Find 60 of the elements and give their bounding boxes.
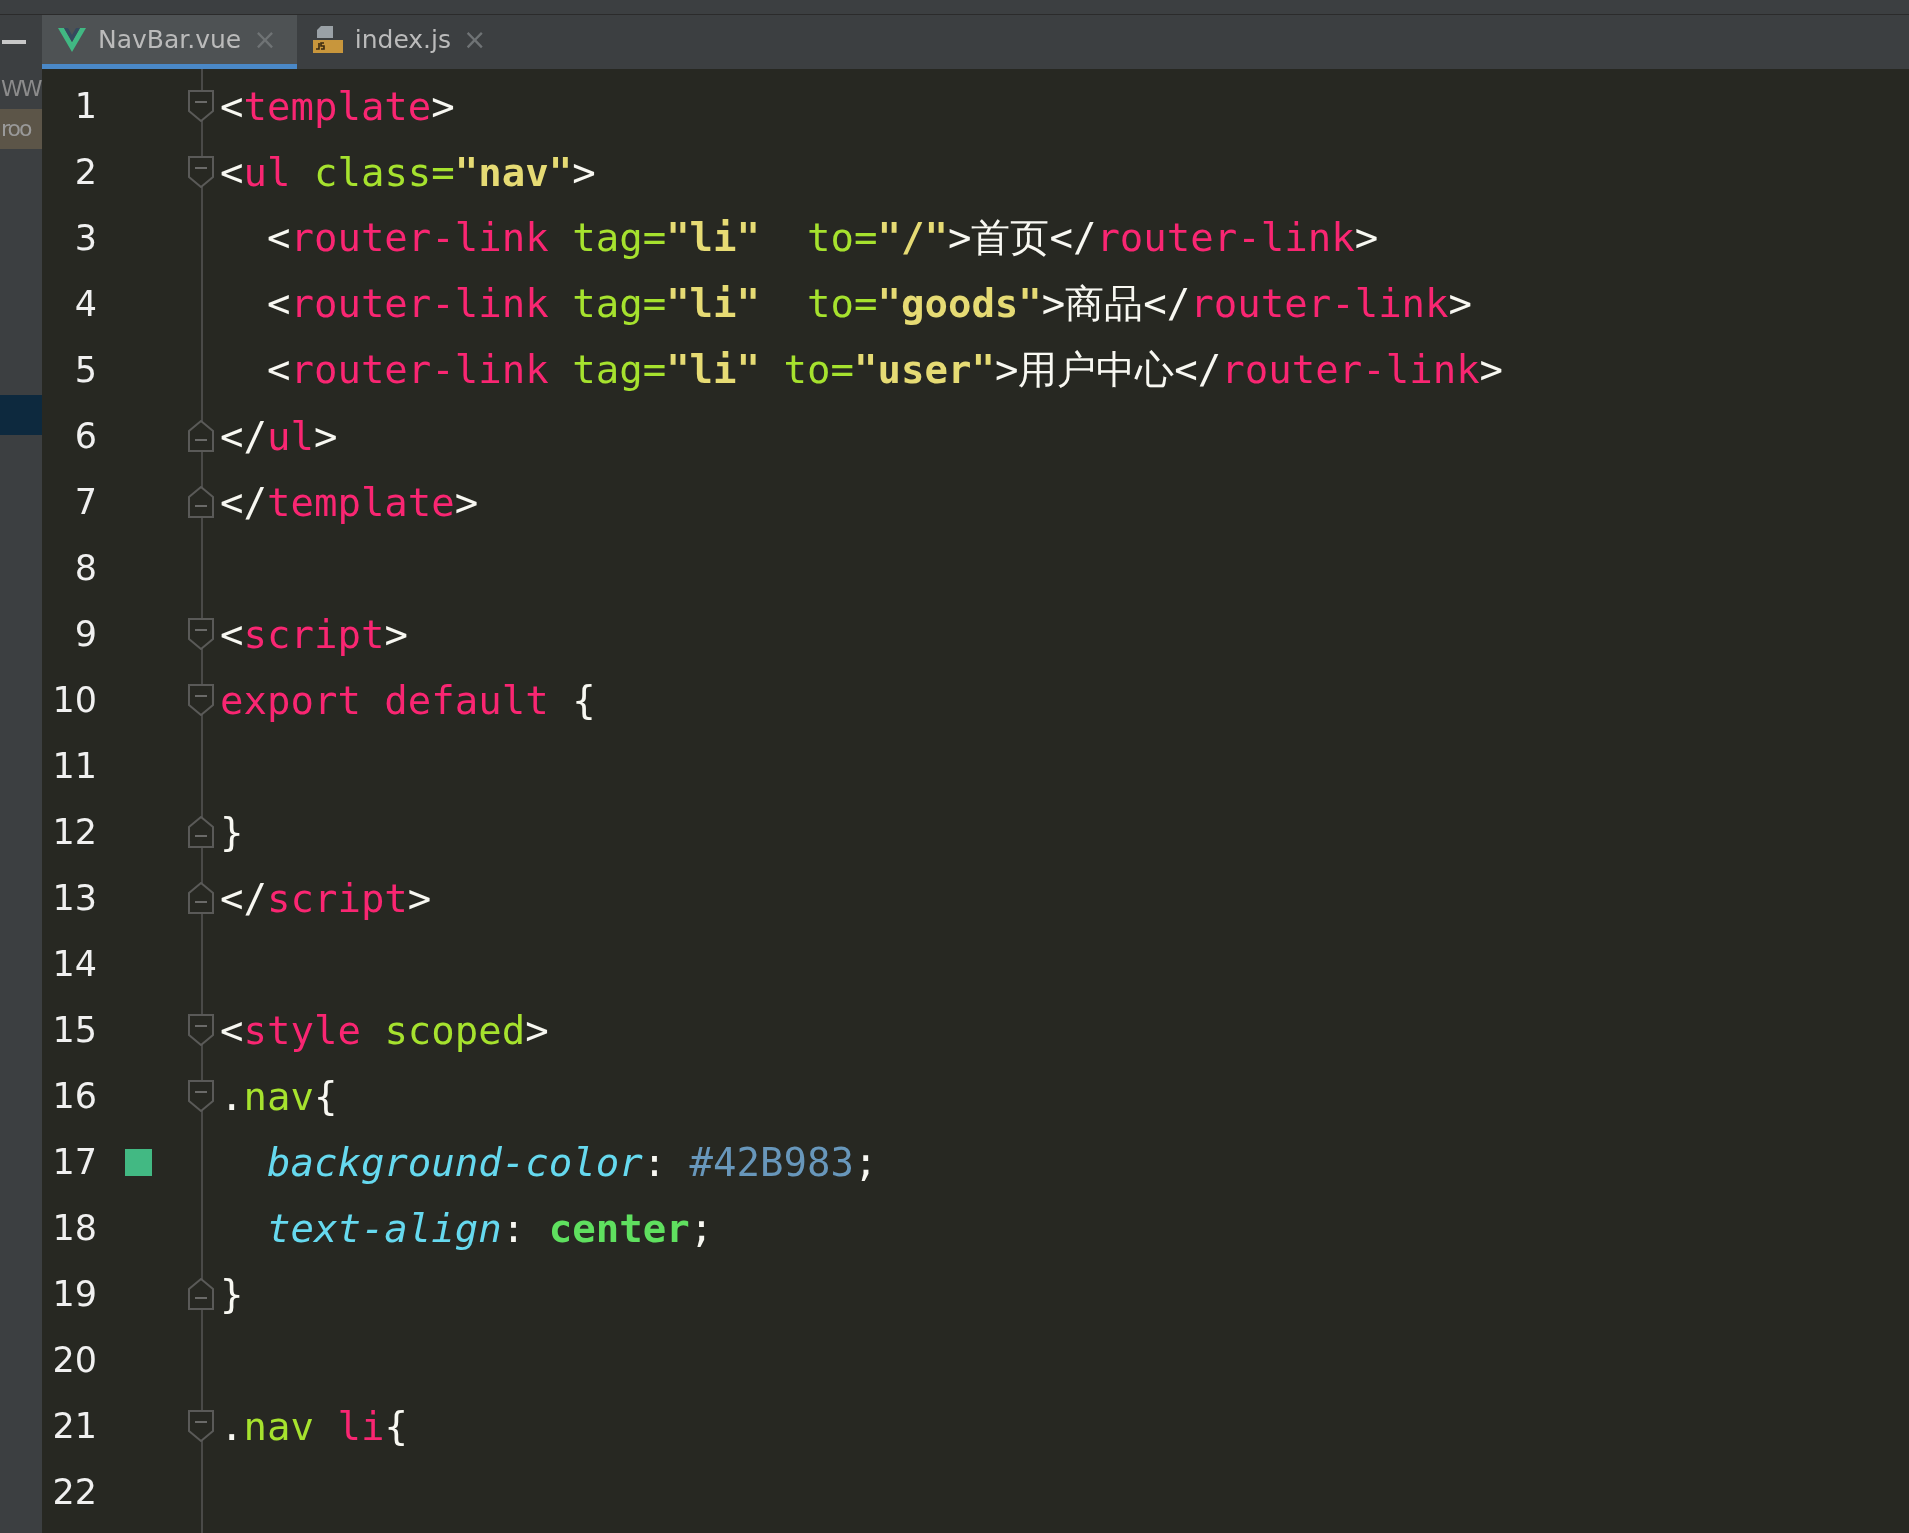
code-line: <router-link tag="li" to="user">用户中心</router-link>	[265, 346, 1504, 394]
line-number: 10	[51, 680, 97, 720]
code-line: </template>	[220, 479, 479, 525]
line-number: 4	[73, 284, 97, 324]
line-number: 12	[51, 812, 97, 852]
color-swatch[interactable]	[125, 1148, 152, 1176]
fold-marker-icon[interactable]	[188, 816, 214, 848]
code-line: export default {	[220, 677, 596, 723]
line-number: 9	[73, 614, 97, 654]
fold-marker-icon[interactable]	[188, 618, 214, 650]
code-line: <script>	[220, 611, 408, 657]
fold-marker-icon[interactable]	[188, 1410, 214, 1442]
line-number: 21	[51, 1406, 97, 1446]
line-number: 1	[73, 86, 97, 126]
line-number: 15	[51, 1010, 97, 1050]
fold-marker-icon[interactable]	[188, 684, 214, 716]
code-line: text-align: center;	[265, 1205, 714, 1251]
fold-marker-icon[interactable]	[188, 486, 214, 518]
line-number: 20	[51, 1340, 97, 1380]
fold-marker-icon[interactable]	[188, 1278, 214, 1310]
vue-file-icon	[58, 27, 86, 52]
code-line: <style scoped>	[220, 1007, 549, 1053]
code-line: .nav{	[220, 1073, 338, 1119]
fold-marker-icon[interactable]	[188, 420, 214, 452]
code-line: </ul>	[220, 413, 338, 459]
code-line: background-color: #42B983;	[265, 1139, 878, 1185]
code-line: <router-link tag="li" to="goods">商品</router-link>	[265, 280, 1473, 328]
line-number: 14	[51, 944, 97, 984]
line-number: 13	[51, 878, 97, 918]
sidebar-item[interactable]: roo	[0, 109, 42, 149]
js-file-icon	[312, 25, 343, 54]
line-number: 8	[73, 548, 97, 588]
code-line: }	[220, 809, 244, 855]
code-line: <router-link tag="li" to="/">首页</router-link>	[265, 214, 1379, 262]
code-line: </script>	[220, 875, 432, 921]
close-button[interactable]: ×	[253, 23, 277, 56]
fold-marker-icon[interactable]	[188, 1080, 214, 1112]
code-line: .nav li{	[220, 1403, 408, 1449]
fold-marker-icon[interactable]	[188, 1014, 214, 1046]
fold-marker-icon[interactable]	[188, 882, 214, 914]
line-number: 7	[73, 482, 97, 522]
editor-tab[interactable]: index.js ×	[296, 15, 507, 69]
line-number: 16	[51, 1076, 97, 1116]
line-number: 3	[73, 218, 97, 258]
fold-marker-icon[interactable]	[188, 156, 214, 188]
close-button[interactable]: ×	[463, 23, 487, 56]
editor-tab[interactable]: NavBar.vue ×	[42, 15, 297, 69]
line-number: 17	[51, 1142, 97, 1182]
code-line: }	[220, 1271, 244, 1317]
line-number: 18	[51, 1208, 97, 1248]
line-number: 11	[51, 746, 97, 786]
line-number: 5	[73, 350, 97, 390]
fold-marker-icon[interactable]	[188, 90, 214, 122]
line-number: 19	[51, 1274, 97, 1314]
code-line: <template>	[220, 83, 455, 129]
line-number: 22	[51, 1472, 97, 1512]
line-number: 2	[73, 152, 97, 192]
line-number: 6	[73, 416, 97, 456]
code-line: <ul class="nav">	[220, 149, 596, 195]
sidebar-item[interactable]: WW	[0, 69, 42, 109]
